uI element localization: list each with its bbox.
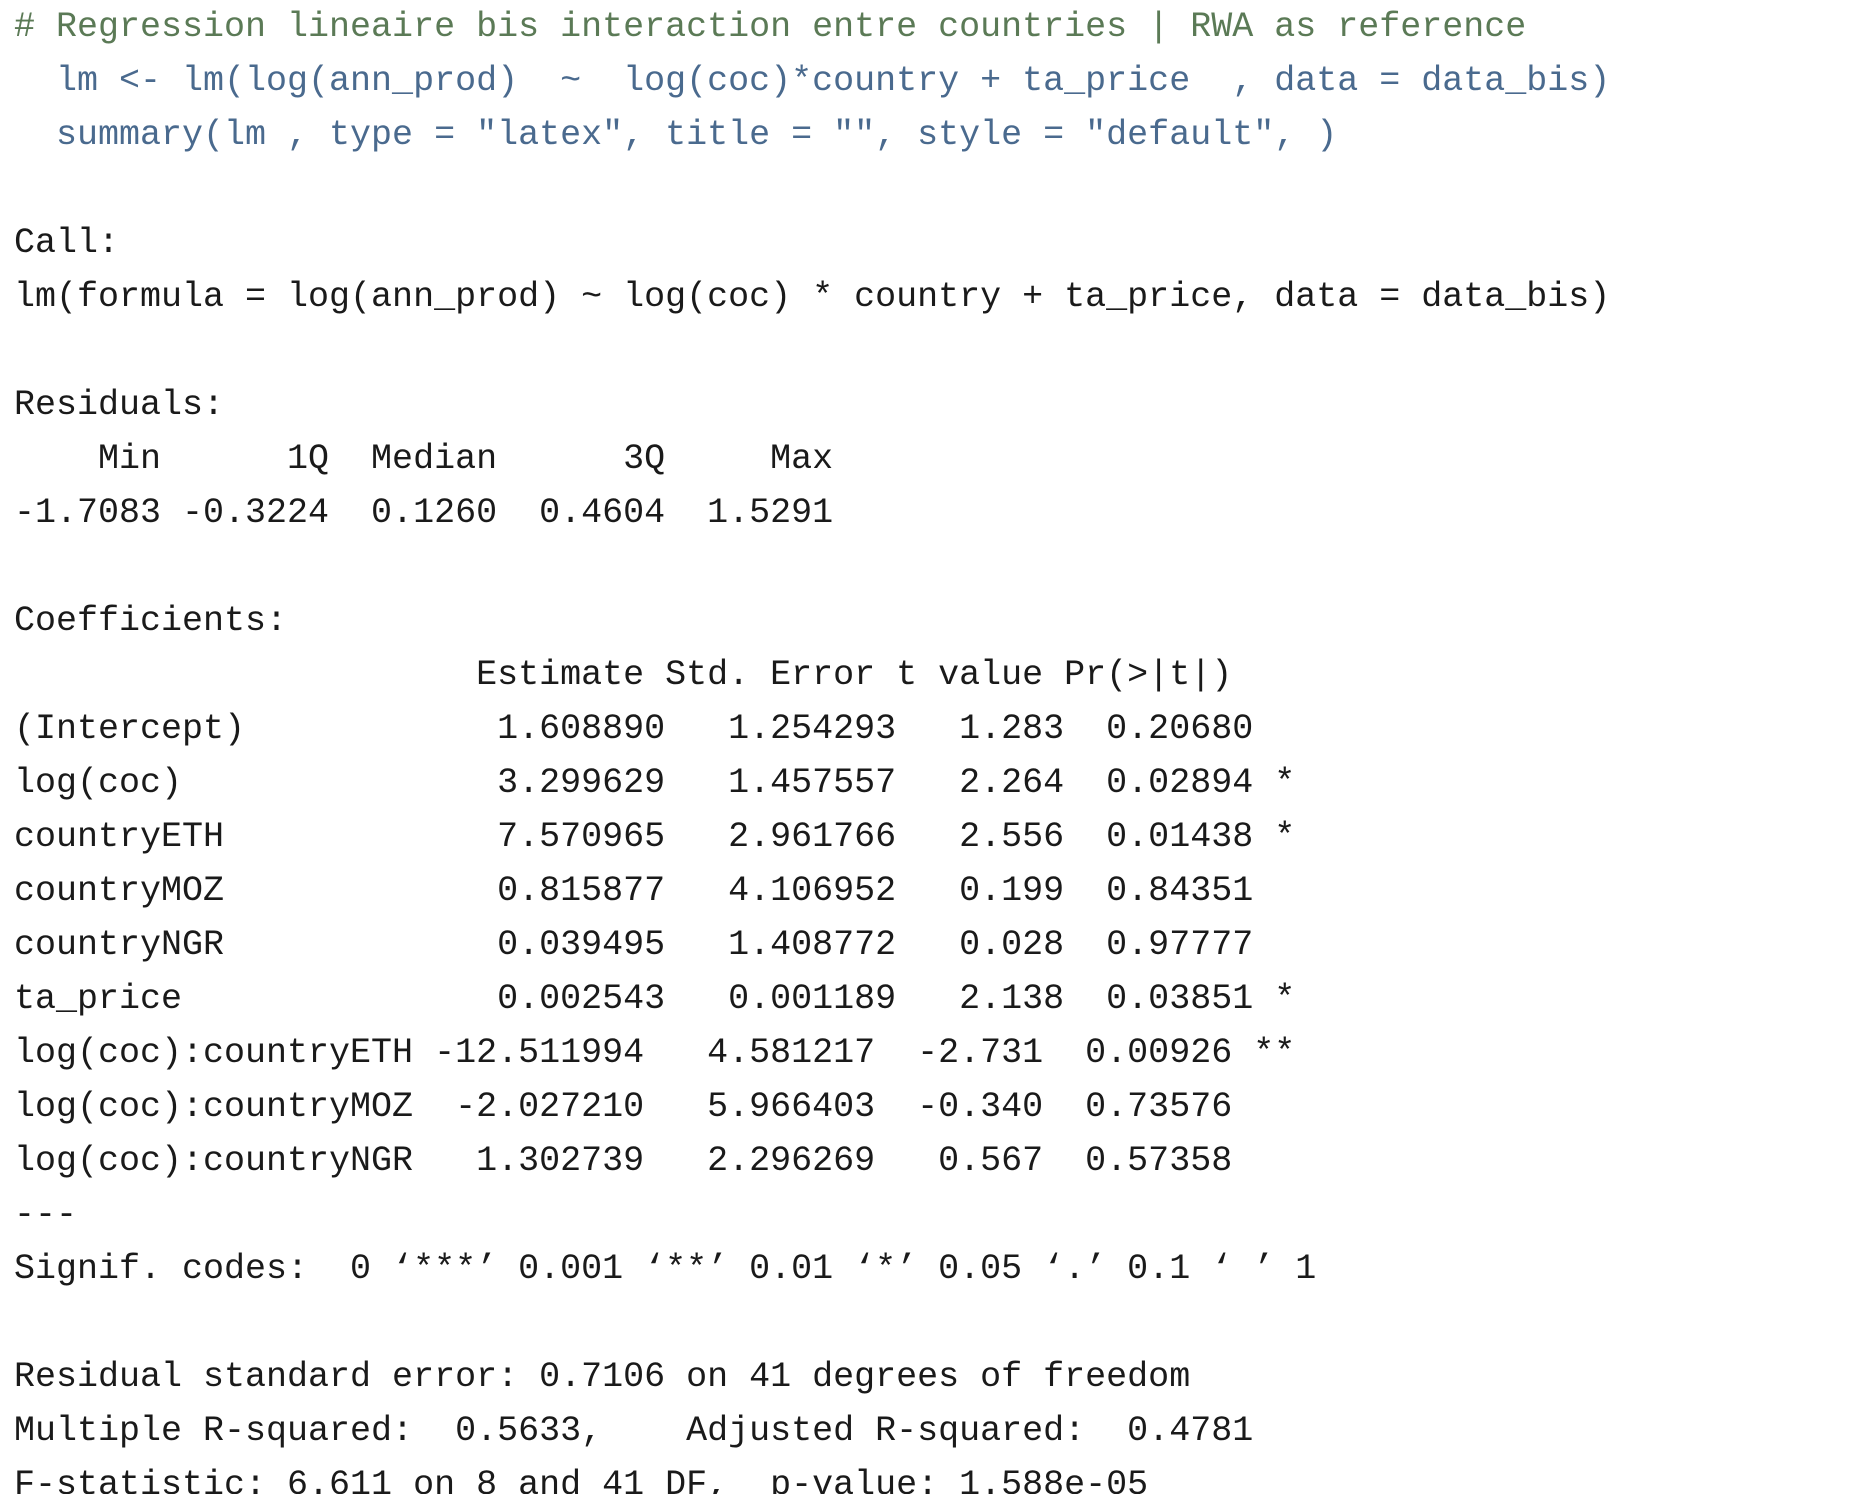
f-statistic-line: F-statistic: 6.611 on 8 and 41 DF, p-val… bbox=[14, 1465, 1149, 1494]
coef-row: log(coc) 3.299629 1.457557 2.264 0.02894… bbox=[14, 763, 1317, 803]
coef-row: log(coc):countryETH -12.511994 4.581217 … bbox=[14, 1033, 1296, 1073]
signif-codes: Signif. codes: 0 ‘***’ 0.001 ‘**’ 0.01 ‘… bbox=[14, 1249, 1317, 1289]
residual-standard-error: Residual standard error: 0.7106 on 41 de… bbox=[14, 1357, 1191, 1397]
coefficients-header: Coefficients: bbox=[14, 601, 288, 641]
call-formula: lm(formula = log(ann_prod) ~ log(coc) * … bbox=[14, 277, 1611, 317]
call-header: Call: bbox=[14, 223, 120, 263]
console-output-panel: # Regression lineaire bis interaction en… bbox=[14, 0, 1850, 1494]
r-squared-line: Multiple R-squared: 0.5633, Adjusted R-s… bbox=[14, 1411, 1275, 1451]
residuals-labels: Min 1Q Median 3Q Max bbox=[14, 439, 855, 479]
separator-line: --- bbox=[14, 1195, 78, 1235]
coef-row: countryETH 7.570965 2.961766 2.556 0.014… bbox=[14, 817, 1317, 857]
residuals-header: Residuals: bbox=[14, 385, 225, 425]
coef-row: log(coc):countryMOZ -2.027210 5.966403 -… bbox=[14, 1087, 1296, 1127]
code-summary-line: summary(lm , type = "latex", title = "",… bbox=[14, 115, 1338, 155]
residuals-values: -1.7083 -0.3224 0.1260 0.4604 1.5291 bbox=[14, 493, 855, 533]
coef-row: countryMOZ 0.815877 4.106952 0.199 0.843… bbox=[14, 871, 1317, 911]
coef-row: countryNGR 0.039495 1.408772 0.028 0.977… bbox=[14, 925, 1317, 965]
coef-row: ta_price 0.002543 0.001189 2.138 0.03851… bbox=[14, 979, 1317, 1019]
coef-row: log(coc):countryNGR 1.302739 2.296269 0.… bbox=[14, 1141, 1296, 1181]
code-lm-line: lm <- lm(log(ann_prod) ~ log(coc)*countr… bbox=[14, 61, 1611, 101]
coef-column-header: Estimate Std. Error t value Pr(>|t|) bbox=[14, 655, 1296, 695]
coef-row: (Intercept) 1.608890 1.254293 1.283 0.20… bbox=[14, 709, 1317, 749]
code-comment-line: # Regression lineaire bis interaction en… bbox=[14, 7, 1527, 47]
